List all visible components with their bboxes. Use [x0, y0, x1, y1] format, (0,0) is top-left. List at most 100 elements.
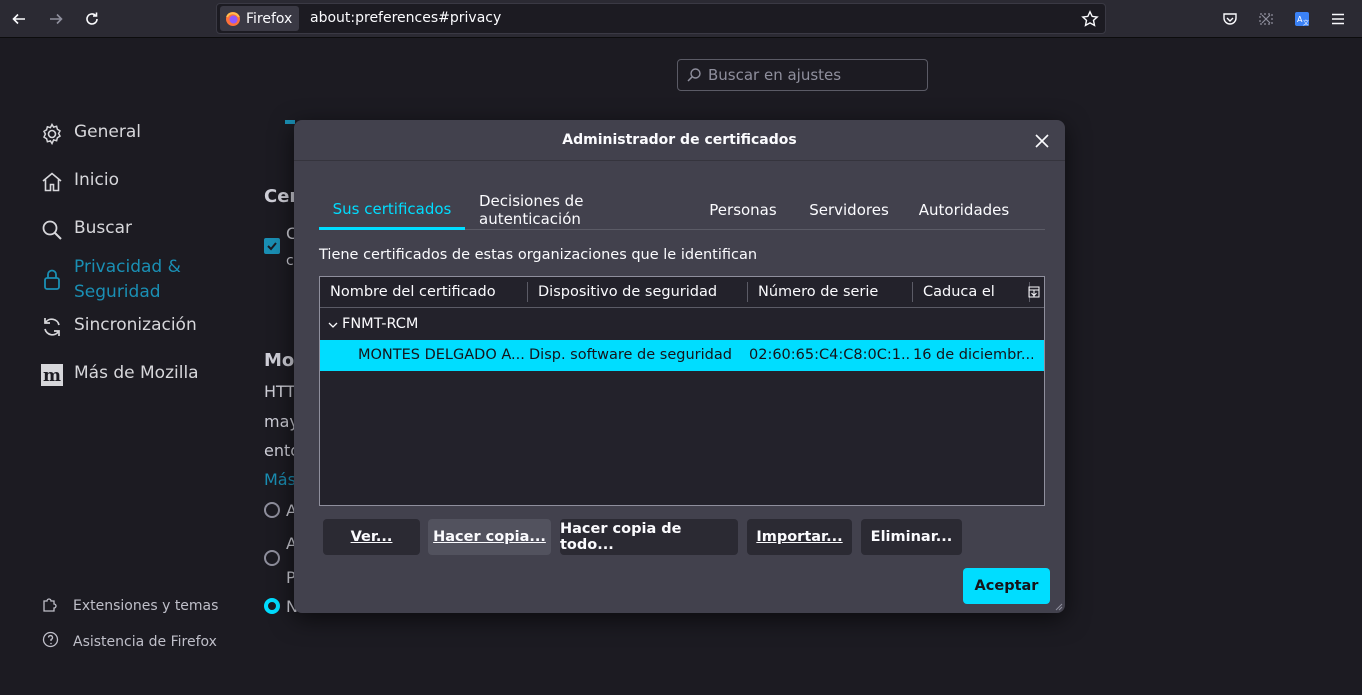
tab-authorities[interactable]: Autoridades — [911, 190, 1017, 230]
tab-people[interactable]: Personas — [699, 190, 787, 230]
sidebar-footer-support[interactable]: Asistencia de Firefox — [42, 631, 217, 652]
sidebar-item-privacy[interactable]: Privacidad & Seguridad — [40, 255, 181, 305]
button-label: Eliminar... — [870, 529, 953, 545]
sidebar-item-search[interactable]: Buscar — [40, 218, 132, 242]
search-placeholder: Buscar en ajustes — [708, 66, 842, 84]
hidden-accent-mark — [285, 120, 295, 124]
tab-your-certificates[interactable]: Sus certificados — [319, 190, 465, 230]
column-divider[interactable] — [747, 282, 748, 302]
group-name: FNMT-RCM — [342, 316, 419, 332]
close-icon — [1035, 134, 1049, 148]
pocket-button[interactable] — [1216, 5, 1244, 33]
sidebar-item-label: Privacidad & Seguridad — [74, 257, 181, 302]
bg-checkbox[interactable] — [264, 238, 280, 254]
button-label: Importar... — [756, 529, 843, 545]
accept-button[interactable]: Aceptar — [963, 568, 1050, 604]
sidebar-item-general[interactable]: General — [40, 122, 141, 146]
svg-text:文: 文 — [1303, 19, 1309, 27]
cell-serial: 02:60:65:C4:C8:0C:1... — [749, 347, 909, 363]
column-header-serial[interactable]: Número de serie — [758, 284, 878, 300]
bookmark-star-icon[interactable] — [1081, 10, 1099, 28]
sidebar-item-label: Más de Mozilla — [74, 363, 199, 383]
sidebar-item-label: Sincronización — [74, 315, 197, 335]
menu-icon — [1332, 13, 1344, 25]
svg-text:m: m — [43, 366, 61, 386]
column-picker-icon[interactable] — [1028, 286, 1040, 298]
tree-header: Nombre del certificado Dispositivo de se… — [320, 277, 1044, 308]
backup-button[interactable]: Hacer copia... — [428, 519, 551, 555]
tree-group-row[interactable]: FNMT-RCM — [320, 309, 1044, 340]
bg-checkbox-sublabel: c — [286, 253, 294, 269]
bg-radio[interactable] — [264, 502, 280, 518]
sidebar-item-label: Inicio — [74, 170, 119, 190]
column-header-device[interactable]: Dispositivo de seguridad — [538, 284, 717, 300]
url-text[interactable]: about:preferences#privacy — [310, 10, 501, 26]
puzzle-icon — [42, 595, 59, 616]
translate-button[interactable]: A文 — [1288, 5, 1316, 33]
sync-icon — [40, 315, 64, 339]
button-label: Hacer copia de todo... — [560, 521, 682, 553]
back-button[interactable] — [5, 5, 33, 33]
chevron-down-icon[interactable] — [328, 321, 338, 329]
identity-box[interactable]: Firefox — [220, 6, 300, 31]
forward-button[interactable] — [42, 5, 70, 33]
back-icon — [12, 13, 25, 25]
button-label: Hacer copia... — [433, 529, 546, 545]
search-icon — [687, 68, 701, 82]
bg-learn-more-link[interactable]: Más — [264, 470, 296, 489]
sidebar-item-home[interactable]: Inicio — [40, 170, 119, 194]
sidebar-footer-extensions[interactable]: Extensiones y temas — [42, 595, 218, 616]
button-label: Aceptar — [974, 578, 1039, 594]
dialog-title: Administrador de certificados — [562, 132, 797, 148]
sidebar-footer-label: Asistencia de Firefox — [73, 633, 217, 650]
view-button[interactable]: Ver... — [323, 519, 420, 555]
forward-icon — [50, 13, 63, 25]
screenshot-icon — [1259, 13, 1273, 25]
url-bar[interactable]: Firefox about:preferences#privacy — [216, 3, 1106, 34]
tab-strip: Sus certificados Decisiones de autentica… — [319, 190, 1045, 230]
translate-icon: A文 — [1295, 12, 1309, 27]
delete-button[interactable]: Eliminar... — [861, 519, 962, 555]
column-divider[interactable] — [912, 282, 913, 302]
sidebar-item-sync[interactable]: Sincronización — [40, 315, 197, 339]
bg-radio[interactable] — [264, 550, 280, 566]
certificate-tree[interactable]: Nombre del certificado Dispositivo de se… — [319, 276, 1045, 506]
column-divider[interactable] — [527, 282, 528, 302]
backup-all-button[interactable]: Hacer copia de todo... — [560, 519, 738, 555]
navigation-toolbar: Firefox about:preferences#privacy A文 — [0, 0, 1362, 38]
firefox-logo-icon — [226, 11, 240, 26]
tab-servers[interactable]: Servidores — [801, 190, 897, 230]
pocket-icon — [1223, 13, 1237, 25]
tab-description: Tiene certificados de estas organizacion… — [319, 247, 758, 263]
search-icon — [40, 218, 64, 242]
tree-row-selected[interactable]: MONTES DELGADO A... Disp. software de se… — [320, 340, 1044, 371]
cell-expires: 16 de diciembr... — [913, 347, 1033, 363]
bg-text-line: HTT — [264, 382, 296, 401]
column-header-name[interactable]: Nombre del certificado — [330, 284, 496, 300]
column-header-expires[interactable]: Caduca el — [923, 284, 995, 300]
identity-label: Firefox — [246, 10, 293, 27]
import-button[interactable]: Importar... — [747, 519, 852, 555]
reload-button[interactable] — [78, 5, 106, 33]
sidebar-footer-label: Extensiones y temas — [73, 597, 219, 614]
close-button[interactable] — [1031, 130, 1053, 152]
bg-radio-checked[interactable] — [264, 598, 280, 614]
mozilla-icon: m — [40, 363, 64, 387]
button-label: Ver... — [350, 529, 393, 545]
reload-icon — [86, 12, 98, 25]
check-icon — [267, 242, 277, 251]
screenshot-button[interactable] — [1252, 5, 1280, 33]
sidebar-item-label: Buscar — [74, 218, 133, 238]
home-icon — [40, 170, 64, 194]
sidebar-item-mozilla[interactable]: m Más de Mozilla — [40, 363, 199, 387]
gear-icon — [40, 122, 64, 146]
sidebar-item-label: General — [74, 122, 141, 142]
cell-name: MONTES DELGADO A... — [358, 347, 525, 363]
menu-button[interactable] — [1324, 5, 1352, 33]
help-icon — [42, 631, 59, 652]
cell-device: Disp. software de seguridad — [529, 347, 732, 363]
search-settings-input[interactable]: Buscar en ajustes — [677, 59, 928, 91]
resize-grip-icon[interactable] — [1053, 601, 1063, 611]
certificate-manager-dialog: Administrador de certificados Sus certif… — [294, 120, 1065, 613]
tab-authentication-decisions[interactable]: Decisiones de autenticación — [479, 190, 679, 230]
